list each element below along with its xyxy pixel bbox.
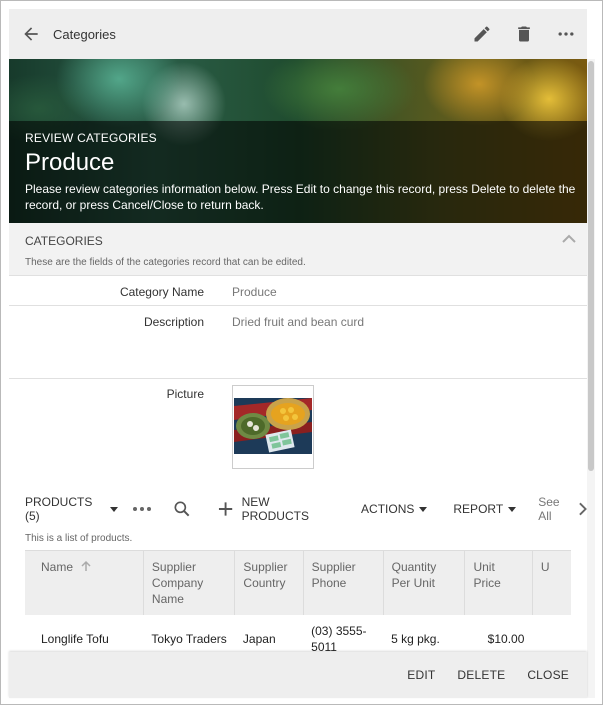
chevron-right-icon — [578, 502, 587, 516]
pencil-icon — [474, 26, 490, 42]
column-header-supplier-phone[interactable]: Supplier Phone — [303, 550, 384, 615]
produce-photo — [233, 386, 313, 468]
trash-icon — [518, 26, 530, 42]
page-title: Categories — [53, 26, 116, 42]
edit-action-button[interactable]: EDIT — [407, 668, 435, 682]
top-app-bar: Categories — [9, 9, 587, 59]
table-header-row: Name Supplier Company Name Supplier Coun… — [25, 550, 571, 615]
products-title: PRODUCTS (5) — [25, 495, 93, 523]
column-header-unit-price[interactable]: Unit Price — [464, 550, 533, 615]
more-button[interactable] — [545, 9, 587, 59]
back-button[interactable] — [9, 9, 53, 59]
column-header-quantity-per-unit[interactable]: Quantity Per Unit — [383, 550, 466, 615]
more-icon — [133, 507, 152, 511]
new-products-label: NEW PRODUCTS — [241, 495, 309, 523]
banner-description: Please review categories information bel… — [25, 182, 576, 212]
field-label: Picture — [166, 387, 204, 401]
banner-kicker: REVIEW CATEGORIES — [25, 131, 157, 145]
column-header-supplier-company[interactable]: Supplier Company Name — [143, 550, 236, 615]
category-picture[interactable] — [232, 385, 314, 469]
caret-down-icon — [419, 506, 428, 512]
field-label: Description — [143, 315, 204, 329]
cell-supplier-company: Tokyo Traders — [143, 615, 235, 652]
sort-ascending-icon — [81, 560, 91, 571]
section-subtitle: These are the fields of the categories r… — [25, 257, 306, 268]
close-action-button[interactable]: CLOSE — [527, 668, 569, 682]
plus-icon — [219, 502, 233, 516]
products-menu-button[interactable]: PRODUCTS (5) — [25, 495, 119, 523]
app-window: Categories REVIEW CATEGORIES Produce Ple… — [0, 0, 603, 705]
caret-down-icon — [508, 506, 517, 512]
products-table: Name Supplier Company Name Supplier Coun… — [25, 550, 571, 652]
field-row-description: Description Dried fruit and bean curd — [9, 305, 587, 378]
cell-name: Longlife Tofu — [25, 615, 144, 652]
see-all-button[interactable]: See All — [538, 495, 587, 523]
see-all-label: See All — [538, 495, 560, 523]
back-arrow-icon — [24, 27, 38, 41]
more-icon — [558, 32, 574, 36]
cell-unit-price: $10.00 — [464, 615, 533, 652]
column-header-name[interactable]: Name — [25, 550, 144, 615]
actions-label: ACTIONS — [361, 502, 415, 516]
delete-action-button[interactable]: DELETE — [457, 668, 505, 682]
column-header-units[interactable]: U — [532, 550, 571, 615]
header-banner: REVIEW CATEGORIES Produce Please review … — [9, 59, 587, 223]
report-button[interactable]: REPORT — [453, 502, 517, 516]
caret-down-icon — [110, 506, 119, 512]
chevron-up-icon — [562, 234, 576, 243]
column-header-supplier-country[interactable]: Supplier Country — [234, 550, 304, 615]
bottom-action-bar: EDIT DELETE CLOSE — [9, 652, 587, 698]
delete-button[interactable] — [503, 9, 545, 59]
categories-section-header: CATEGORIES These are the fields of the c… — [9, 223, 587, 275]
field-row-category-name: Category Name Produce — [9, 275, 587, 305]
record-title: Produce — [25, 149, 115, 176]
vertical-scrollbar[interactable] — [587, 59, 595, 698]
search-icon — [174, 501, 190, 517]
cell-supplier-country: Japan — [234, 615, 304, 652]
products-toolbar: PRODUCTS (5) NEW PRODUCTS ACTIONS REPORT… — [9, 489, 587, 529]
actions-button[interactable]: ACTIONS — [361, 502, 428, 516]
cell-supplier-phone: (03) 3555-5011 — [303, 615, 384, 652]
table-row[interactable]: Longlife Tofu Tokyo Traders Japan (03) 3… — [25, 615, 571, 652]
field-label: Category Name — [119, 285, 204, 299]
products-table-container: Name Supplier Company Name Supplier Coun… — [25, 550, 571, 652]
cell-quantity-per-unit: 5 kg pkg. — [383, 615, 465, 652]
category-name-value[interactable]: Produce — [232, 285, 277, 299]
cell-units — [532, 615, 571, 652]
more-options-button[interactable] — [132, 505, 152, 513]
edit-button[interactable] — [461, 9, 503, 59]
field-row-picture: Picture — [9, 378, 587, 476]
scrollbar-thumb[interactable] — [588, 61, 594, 471]
collapse-button[interactable] — [559, 231, 579, 247]
search-button[interactable] — [172, 499, 192, 519]
new-products-button[interactable]: NEW PRODUCTS — [218, 495, 335, 523]
section-title: CATEGORIES — [25, 234, 103, 248]
report-label: REPORT — [453, 502, 504, 516]
description-value[interactable]: Dried fruit and bean curd — [232, 315, 364, 329]
products-description: This is a list of products. — [25, 533, 133, 544]
